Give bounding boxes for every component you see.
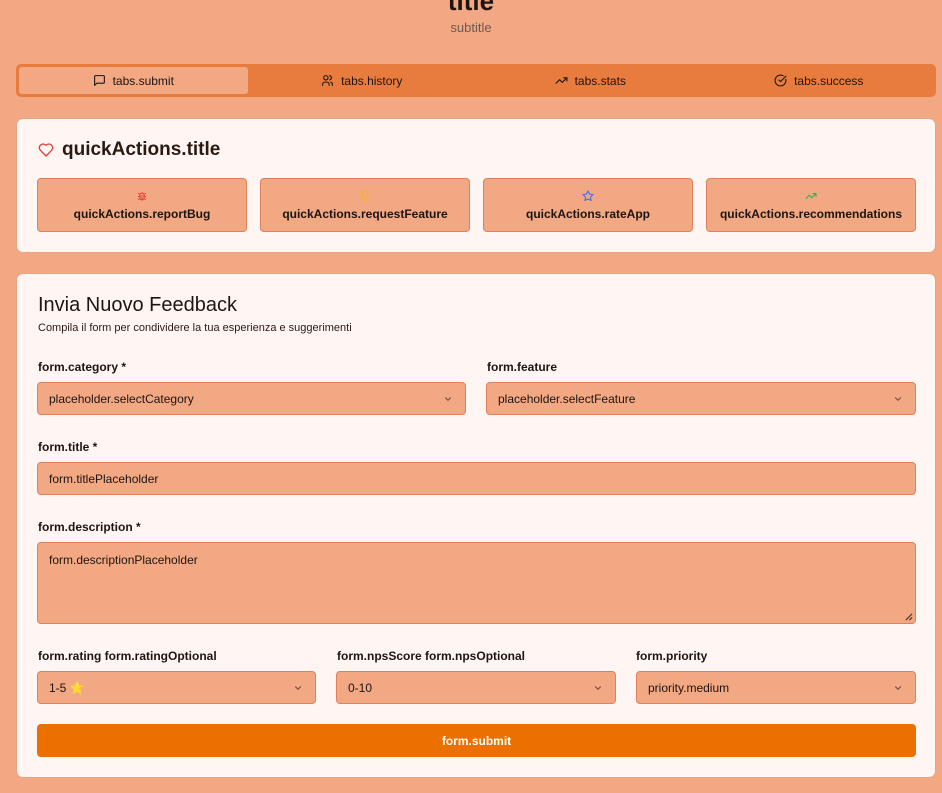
users-icon [322,75,333,86]
recommendations-label: quickActions.recommendations [719,206,903,221]
tab-submit[interactable]: tabs.submit [19,67,248,94]
rating-value: 1-5 ⭐ [49,680,85,695]
priority-value: priority.medium [648,680,730,695]
category-label: form.category * [38,360,127,374]
feature-value: placeholder.selectFeature [498,391,636,406]
page-header: title subtitle [0,0,942,56]
rate-app-button[interactable]: quickActions.rateApp [483,178,693,232]
submit-button[interactable]: form.submit [37,724,916,757]
description-placeholder: form.descriptionPlaceholder [49,553,198,567]
tab-bar: tabs.submit tabs.history tabs.stats tabs… [16,64,936,97]
bug-icon [138,192,146,200]
nps-label: form.npsScore form.npsOptional [337,649,526,663]
nps-value: 0-10 [348,680,373,695]
request-feature-button[interactable]: quickActions.requestFeature [260,178,470,232]
quick-actions-header: quickActions.title [38,139,220,161]
chevron-down-icon [594,685,602,690]
category-select[interactable]: placeholder.selectCategory [37,382,466,415]
chevron-down-icon [294,685,302,690]
quick-actions-card: quickActions.title quickActions.reportBu… [16,118,936,253]
check-circle-icon [774,74,787,87]
tab-stats[interactable]: tabs.stats [476,67,705,94]
chevron-down-icon [894,685,902,690]
recommendations-button[interactable]: quickActions.recommendations [706,178,916,232]
trending-up-icon [805,192,817,199]
request-feature-label: quickActions.requestFeature [282,206,448,221]
form-title: Invia Nuovo Feedback [38,294,238,316]
lightbulb-icon [361,190,369,201]
quick-actions-title: quickActions.title [62,139,221,160]
description-textarea[interactable]: form.descriptionPlaceholder [37,542,916,624]
feature-select[interactable]: placeholder.selectFeature [486,382,916,415]
chevron-down-icon [894,396,902,401]
tab-history[interactable]: tabs.history [248,67,477,94]
report-bug-button[interactable]: quickActions.reportBug [37,178,247,232]
description-label: form.description * [38,520,141,534]
tab-success-label: tabs.success [794,73,864,88]
tab-submit-label: tabs.submit [112,73,174,88]
rating-label: form.rating form.ratingOptional [38,649,217,663]
tab-stats-label: tabs.stats [574,73,626,88]
title-input[interactable]: form.titlePlaceholder [37,462,916,495]
message-square-icon [93,75,105,86]
quick-actions-row: quickActions.reportBug quickActions.requ… [37,178,916,232]
feedback-form-card: Invia Nuovo Feedback Compila il form per… [16,273,936,778]
tab-success[interactable]: tabs.success [705,67,934,94]
heart-icon [38,143,54,157]
feature-label: form.feature [487,360,558,374]
page-subtitle: subtitle [450,20,492,35]
report-bug-label: quickActions.reportBug [73,206,211,221]
title-placeholder: form.titlePlaceholder [49,471,159,486]
page-title: title [447,0,495,16]
category-value: placeholder.selectCategory [49,391,194,406]
form-description: Compila il form per condividere la tua e… [38,322,352,334]
chevron-down-icon [444,396,452,401]
rating-select[interactable]: 1-5 ⭐ [37,671,316,704]
tab-history-label: tabs.history [341,73,403,88]
title-label: form.title * [38,440,98,454]
rate-app-label: quickActions.rateApp [525,206,651,221]
star-icon [582,190,594,201]
priority-label: form.priority [636,649,708,663]
nps-select[interactable]: 0-10 [336,671,616,704]
priority-select[interactable]: priority.medium [636,671,916,704]
trending-up-icon [555,77,568,84]
resize-handle-icon[interactable] [904,612,913,621]
